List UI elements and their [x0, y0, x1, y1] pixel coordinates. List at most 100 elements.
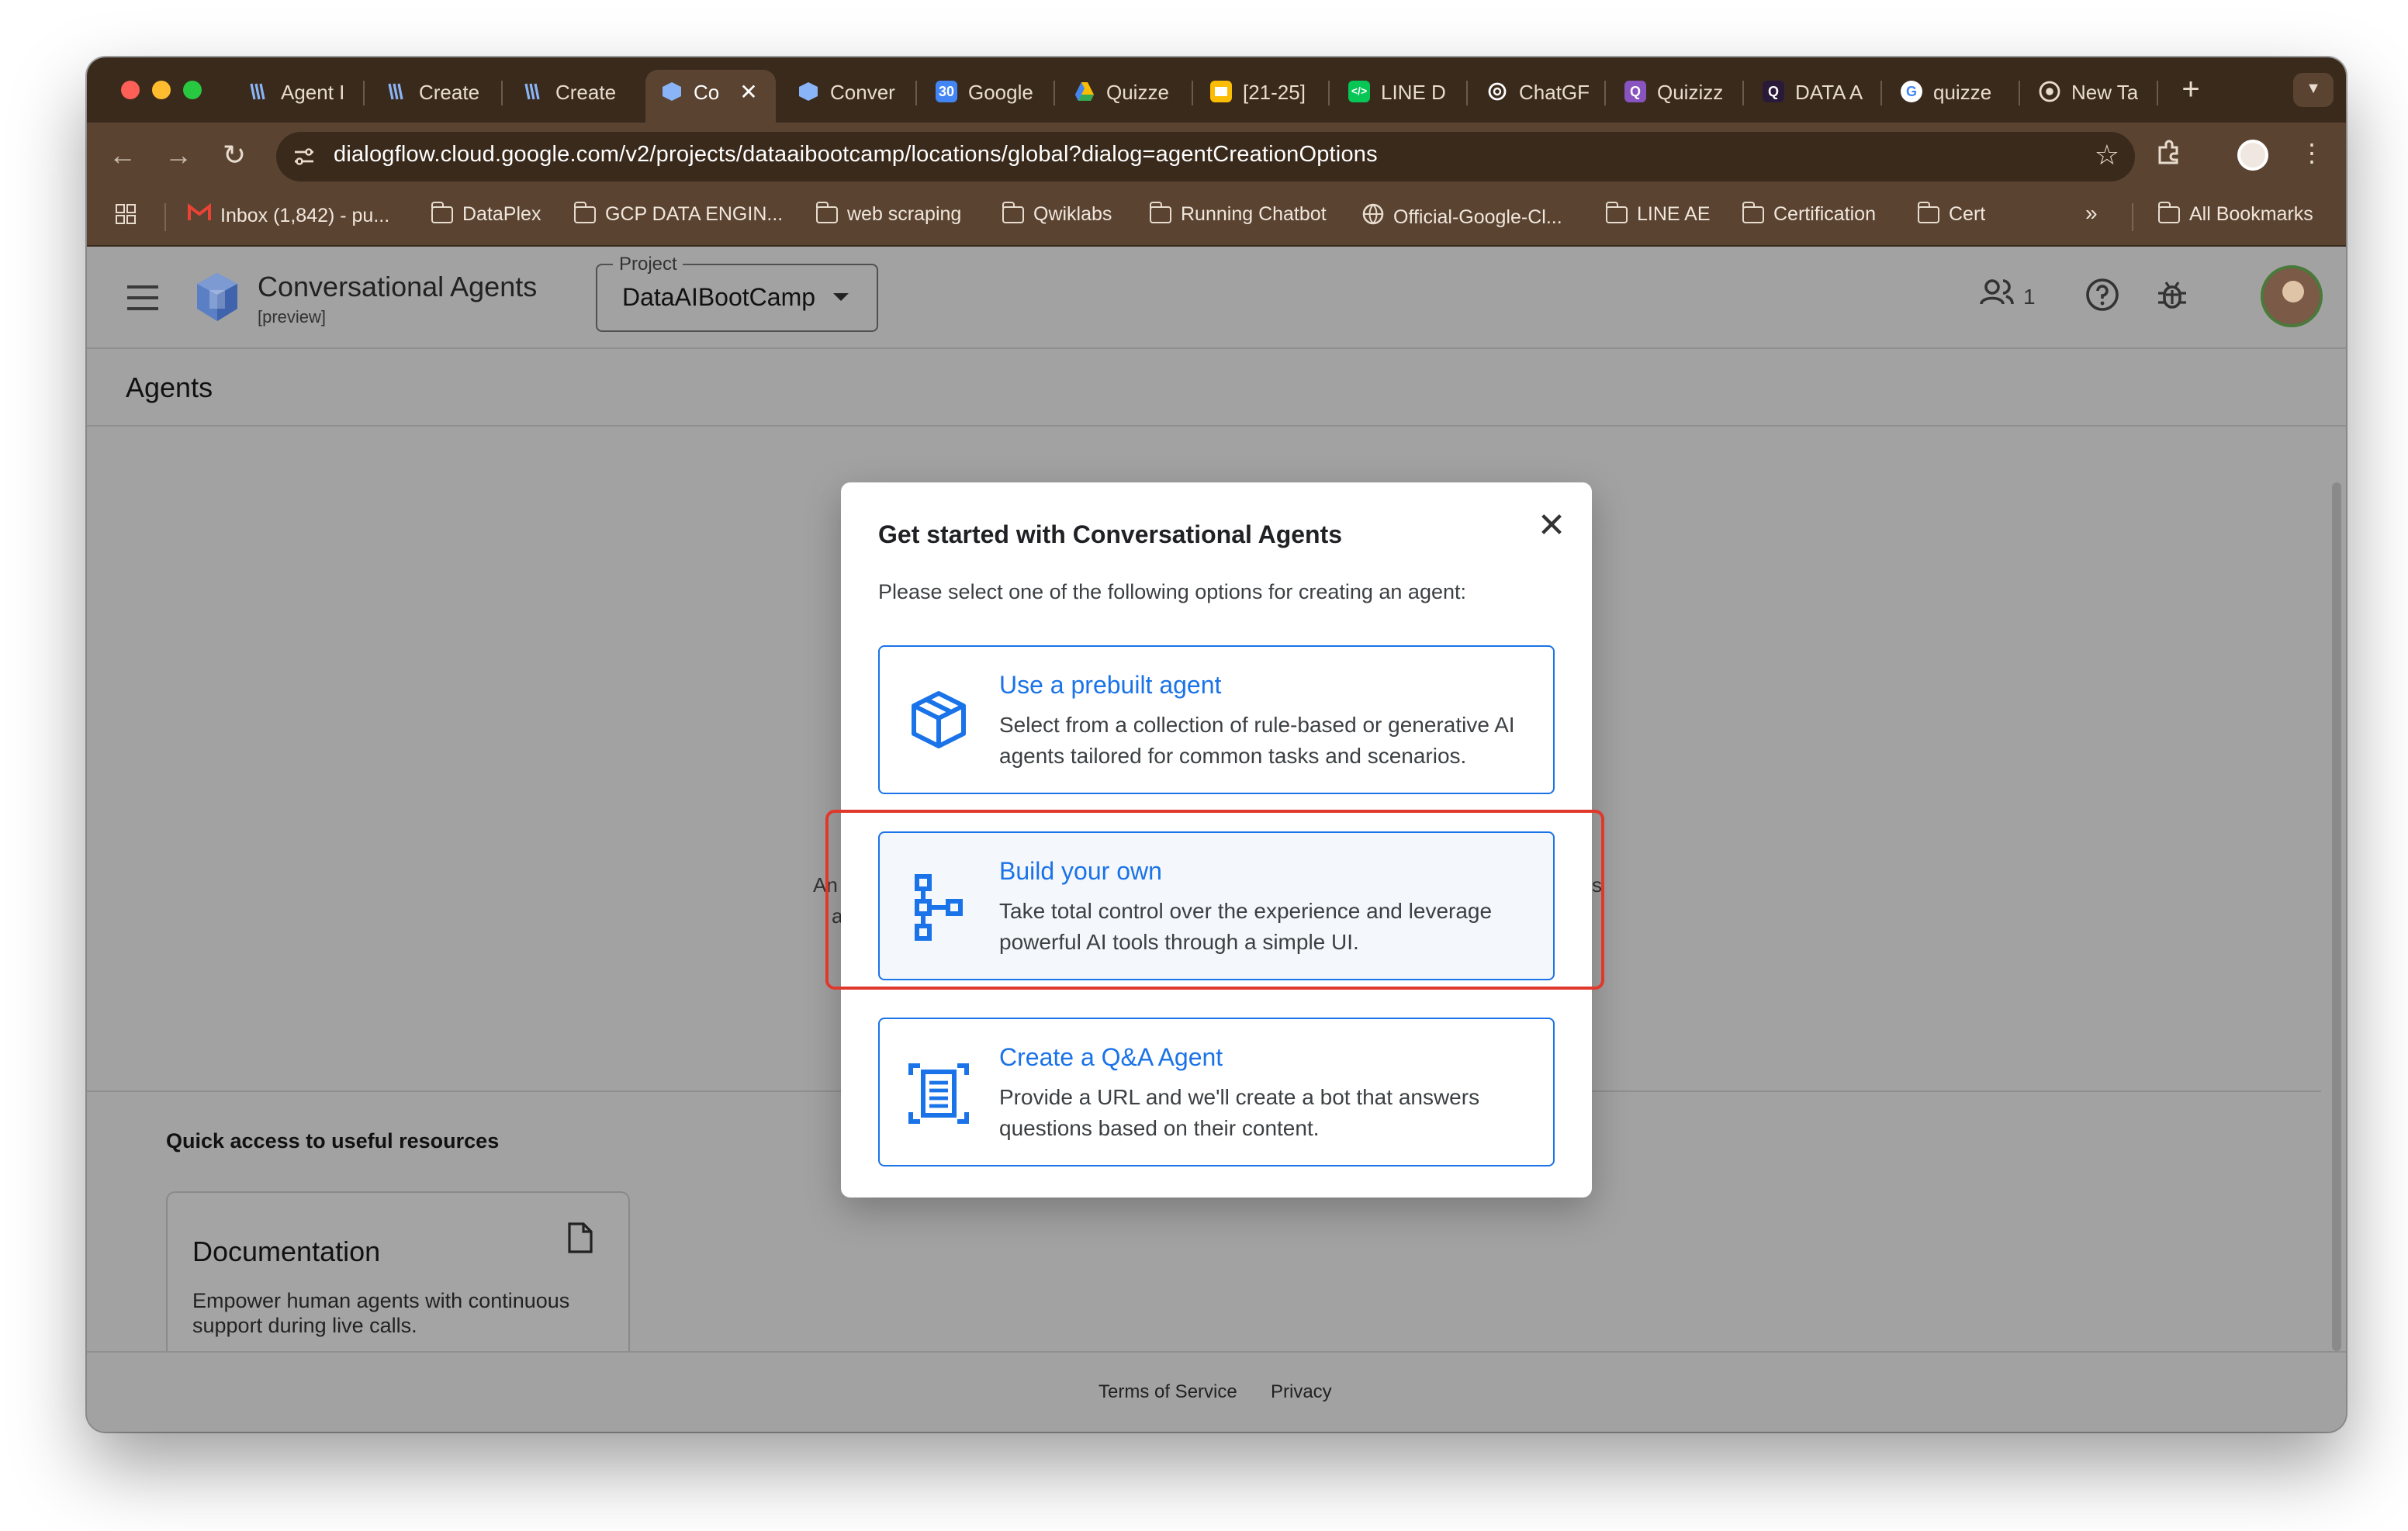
drive-icon — [1074, 81, 1095, 102]
page-header: Agents — [87, 349, 2346, 427]
bookmark-running-chatbot[interactable]: Running Chatbot — [1149, 201, 1327, 225]
bookmark-label: DataPlex — [462, 203, 541, 225]
terms-of-service-link[interactable]: Terms of Service — [1098, 1381, 1237, 1402]
back-arrow-icon[interactable]: ← — [106, 138, 140, 172]
forward-arrow-icon[interactable]: → — [161, 138, 195, 172]
reload-icon[interactable]: ↻ — [217, 138, 251, 172]
new-tab-button[interactable]: + — [2172, 73, 2209, 110]
people-icon — [1980, 278, 2014, 313]
bookmark-label: Running Chatbot — [1181, 203, 1327, 225]
scrollbar[interactable] — [2330, 427, 2343, 1351]
document-icon — [568, 1222, 593, 1253]
help-icon[interactable] — [2085, 278, 2119, 320]
bookmark-label: Qwiklabs — [1033, 203, 1112, 225]
address-bar[interactable]: dialogflow.cloud.google.com/v2/projects/… — [276, 132, 2135, 181]
browser-tab[interactable]: Q DATA A — [1747, 70, 1871, 113]
option-qa-agent[interactable]: Create a Q&A Agent Provide a URL and we'… — [878, 1018, 1555, 1166]
browser-tab[interactable]: [21-25] — [1195, 70, 1319, 113]
tab-search-chevron-icon[interactable]: ▼ — [2293, 73, 2334, 107]
tab-label: Agent I — [281, 80, 344, 103]
all-bookmarks-label: All Bookmarks — [2189, 203, 2313, 225]
bookmark-official-google-cl[interactable]: Official-Google-Cl... — [1362, 203, 1562, 230]
close-icon[interactable]: ✕ — [1533, 506, 1570, 544]
quizizz-icon: Q — [1763, 81, 1784, 102]
background-text-fragment: s — [1592, 873, 1602, 897]
browser-tab[interactable]: Agent I — [233, 70, 344, 113]
browser-tab[interactable]: Create — [507, 70, 622, 113]
tab-label: Create — [419, 80, 480, 103]
bookmark-label: LINE AE — [1637, 203, 1711, 225]
browser-tab[interactable]: New Ta — [2023, 70, 2147, 113]
google-icon: G — [1901, 81, 1922, 102]
browser-tab[interactable]: ChatGF — [1471, 70, 1595, 113]
tab-label: ChatGF — [1519, 80, 1590, 103]
browser-tab[interactable]: G quizze — [1885, 70, 2009, 113]
browser-toolbar: ← → ↻ dialogflow.cloud.google.com/v2/pro… — [87, 123, 2346, 188]
option-build-your-own[interactable]: Build your own Take total control over t… — [878, 831, 1555, 980]
bookmark-qwiklabs[interactable]: Qwiklabs — [1002, 201, 1112, 225]
tab-label: Quizze — [1106, 80, 1169, 103]
browser-tab-active[interactable]: Co ✕ — [645, 70, 776, 123]
quizizz-icon: Q — [1624, 81, 1646, 102]
minimize-window-button[interactable] — [152, 81, 171, 99]
cube-icon — [908, 684, 970, 759]
page-title: Agents — [126, 372, 213, 403]
option-prebuilt-agent[interactable]: Use a prebuilt agent Select from a colle… — [878, 645, 1555, 794]
tab-divider — [915, 81, 917, 105]
browser-tab[interactable]: Q Quizizz — [1609, 70, 1733, 113]
people-button[interactable]: 1 — [1980, 278, 2036, 313]
close-tab-icon[interactable]: ✕ — [739, 78, 757, 105]
user-avatar[interactable] — [2261, 265, 2323, 327]
scrollbar-thumb[interactable] — [2332, 482, 2341, 1351]
project-selector[interactable]: Project DataAIBootCamp — [596, 253, 878, 332]
tab-label: quizze — [1933, 80, 1992, 103]
tab-label: LINE D — [1381, 80, 1446, 103]
browser-tab[interactable]: 30 Google — [920, 70, 1044, 113]
browser-tab[interactable]: Quizze — [1058, 70, 1179, 113]
bookmark-gcp-data-engin[interactable]: GCP DATA ENGIN... — [573, 201, 784, 225]
tab-divider — [2157, 81, 2158, 105]
profile-avatar[interactable] — [2237, 140, 2268, 171]
bug-report-icon[interactable] — [2157, 278, 2188, 320]
bookmark-inbox[interactable]: Inbox (1,842) - pu... — [188, 202, 389, 226]
all-bookmarks[interactable]: All Bookmarks — [2157, 201, 2313, 225]
bookmark-label: Certification — [1773, 203, 1876, 225]
flow-tree-icon — [908, 870, 970, 945]
browser-tab[interactable]: Create — [371, 70, 486, 113]
bookmark-star-icon[interactable]: ☆ — [2095, 140, 2119, 172]
more-menu-icon[interactable]: ⋮ — [2295, 138, 2329, 172]
tab-label: Co — [694, 80, 720, 103]
site-settings-icon[interactable] — [292, 144, 317, 169]
hamburger-menu-icon[interactable] — [127, 285, 158, 310]
more-bookmarks-chevron-icon[interactable]: » — [2085, 200, 2098, 225]
folder-icon — [1605, 201, 1628, 223]
project-value: DataAIBootCamp — [622, 285, 816, 312]
calendar-icon: 30 — [936, 81, 957, 102]
tab-divider — [2019, 81, 2020, 105]
conversational-agents-icon — [661, 81, 683, 102]
bookmark-label: GCP DATA ENGIN... — [605, 203, 784, 225]
bookmark-cert[interactable]: Cert — [1917, 201, 1985, 225]
browser-tab[interactable]: Conver — [782, 70, 906, 113]
close-window-button[interactable] — [121, 81, 140, 99]
tab-label: Quizizz — [1657, 80, 1724, 103]
url-text[interactable]: dialogflow.cloud.google.com/v2/projects/… — [334, 143, 1378, 168]
bookmark-web-scraping[interactable]: web scraping — [815, 201, 962, 225]
tab-label: DATA A — [1795, 80, 1863, 103]
footer: Terms of Service Privacy — [87, 1351, 2346, 1432]
extensions-icon[interactable] — [2152, 138, 2186, 172]
bookmark-dataplex[interactable]: DataPlex — [431, 201, 541, 225]
app-subtitle: [preview] — [258, 309, 327, 327]
bookmark-certification[interactable]: Certification — [1742, 201, 1876, 225]
maximize-window-button[interactable] — [183, 81, 202, 99]
browser-tab[interactable]: </> LINE D — [1333, 70, 1457, 113]
privacy-link[interactable]: Privacy — [1271, 1381, 1332, 1402]
documentation-card-description: Empower human agents with continuous sup… — [192, 1289, 570, 1337]
tab-divider — [1054, 81, 1055, 105]
documentation-card[interactable]: Documentation Empower human agents with … — [166, 1191, 630, 1362]
project-label: Project — [613, 253, 683, 275]
apps-grid-icon[interactable] — [115, 203, 137, 225]
tab-label: Create — [555, 80, 617, 103]
bookmark-label: web scraping — [847, 203, 962, 225]
bookmark-line-ae[interactable]: LINE AE — [1605, 201, 1711, 225]
